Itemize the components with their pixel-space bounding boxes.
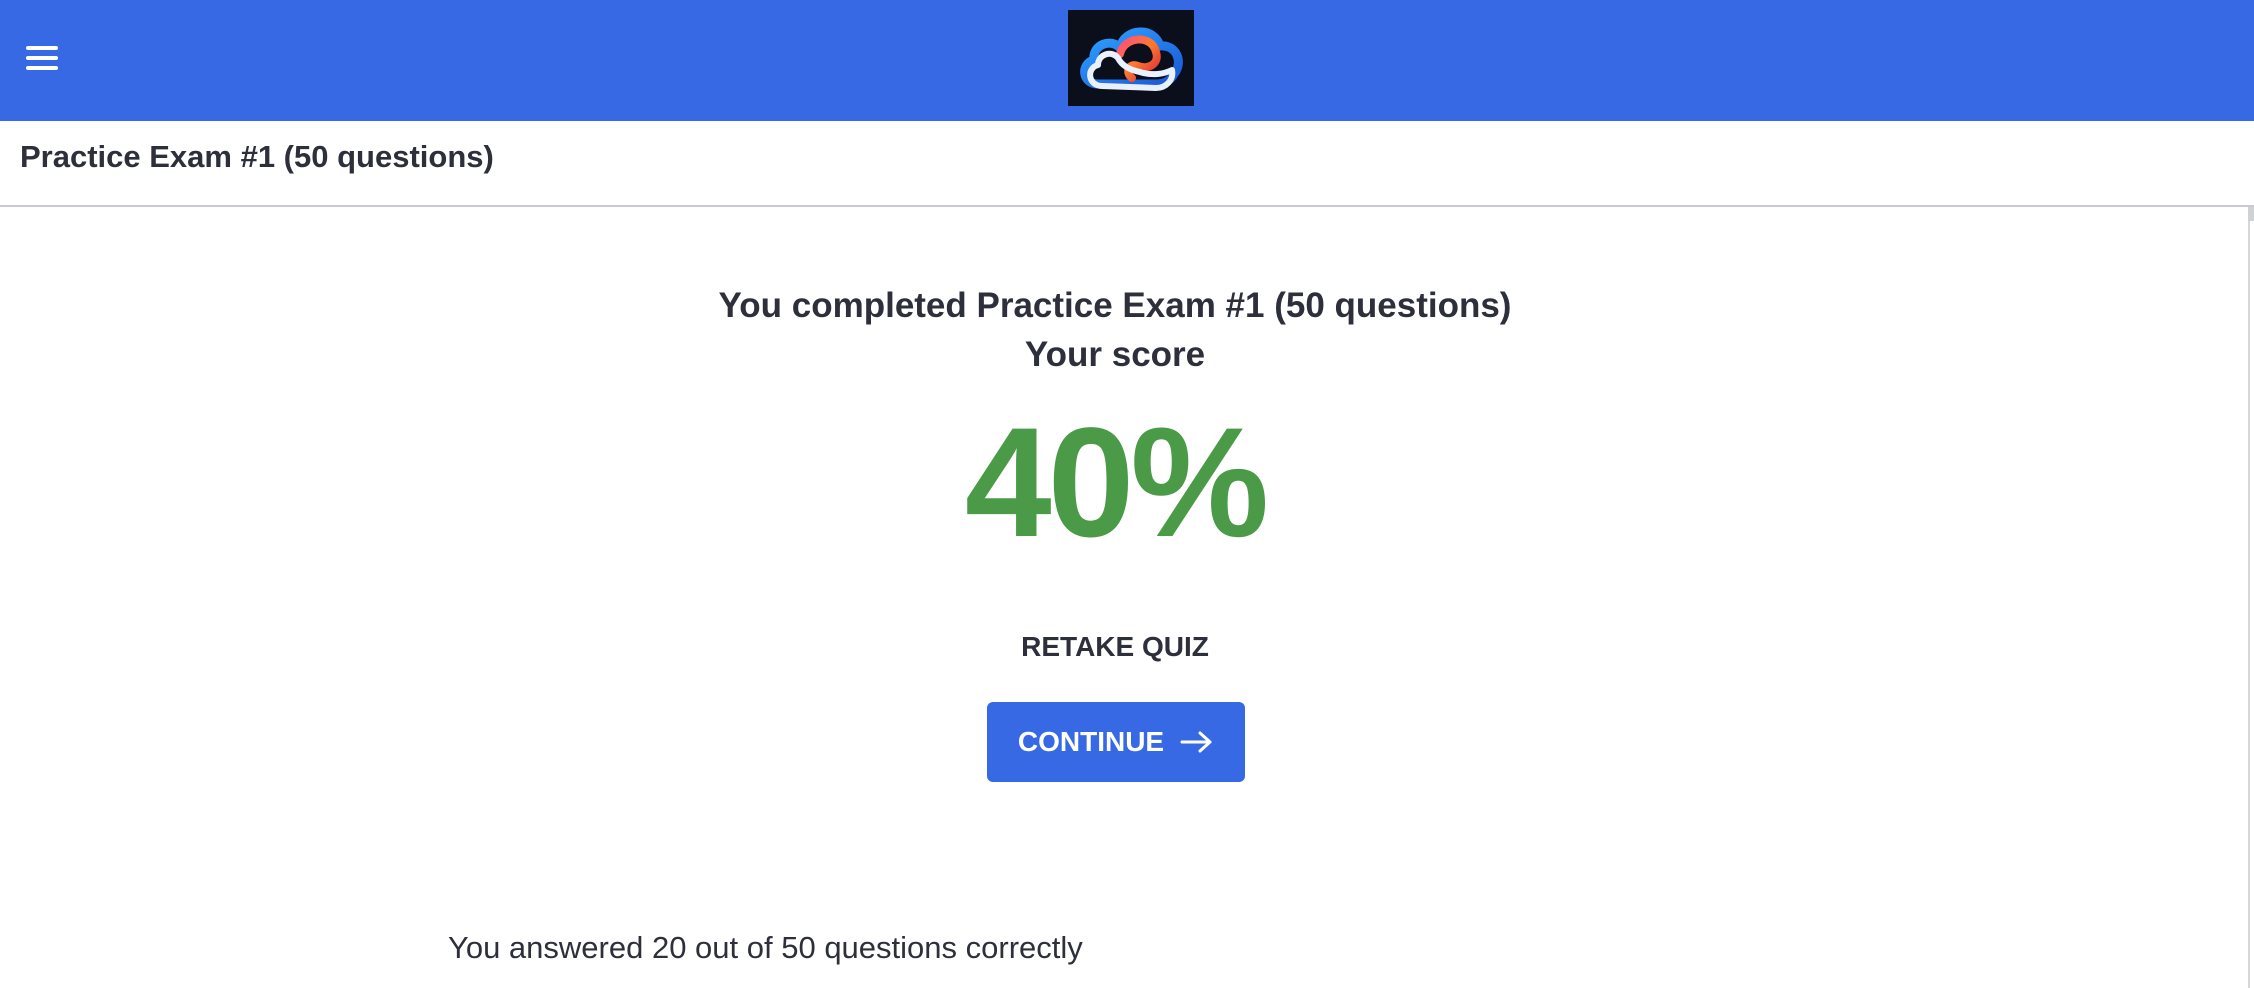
score-value: 40%: [964, 396, 1269, 570]
retake-quiz-button[interactable]: RETAKE QUIZ: [986, 622, 1244, 672]
continue-button-label: CONTINUE: [1017, 726, 1165, 757]
top-navbar: [0, 0, 2254, 121]
continue-button[interactable]: CONTINUE: [987, 702, 1245, 782]
scrollbar-thumb[interactable]: [2248, 207, 2254, 221]
score-summary: You answered 20 out of 50 questions corr…: [448, 930, 1083, 965]
score-label: Your score: [1024, 335, 1206, 374]
hamburger-menu-icon[interactable]: [26, 44, 60, 72]
arrow-right-icon: [1180, 730, 1214, 754]
completion-message: You completed Practice Exam #1 (50 quest…: [718, 286, 1512, 325]
course-title: Practice Exam #1 (50 questions): [20, 139, 494, 174]
scrollbar-track[interactable]: [2248, 207, 2250, 988]
cloud-logo-icon[interactable]: [1068, 10, 1194, 106]
